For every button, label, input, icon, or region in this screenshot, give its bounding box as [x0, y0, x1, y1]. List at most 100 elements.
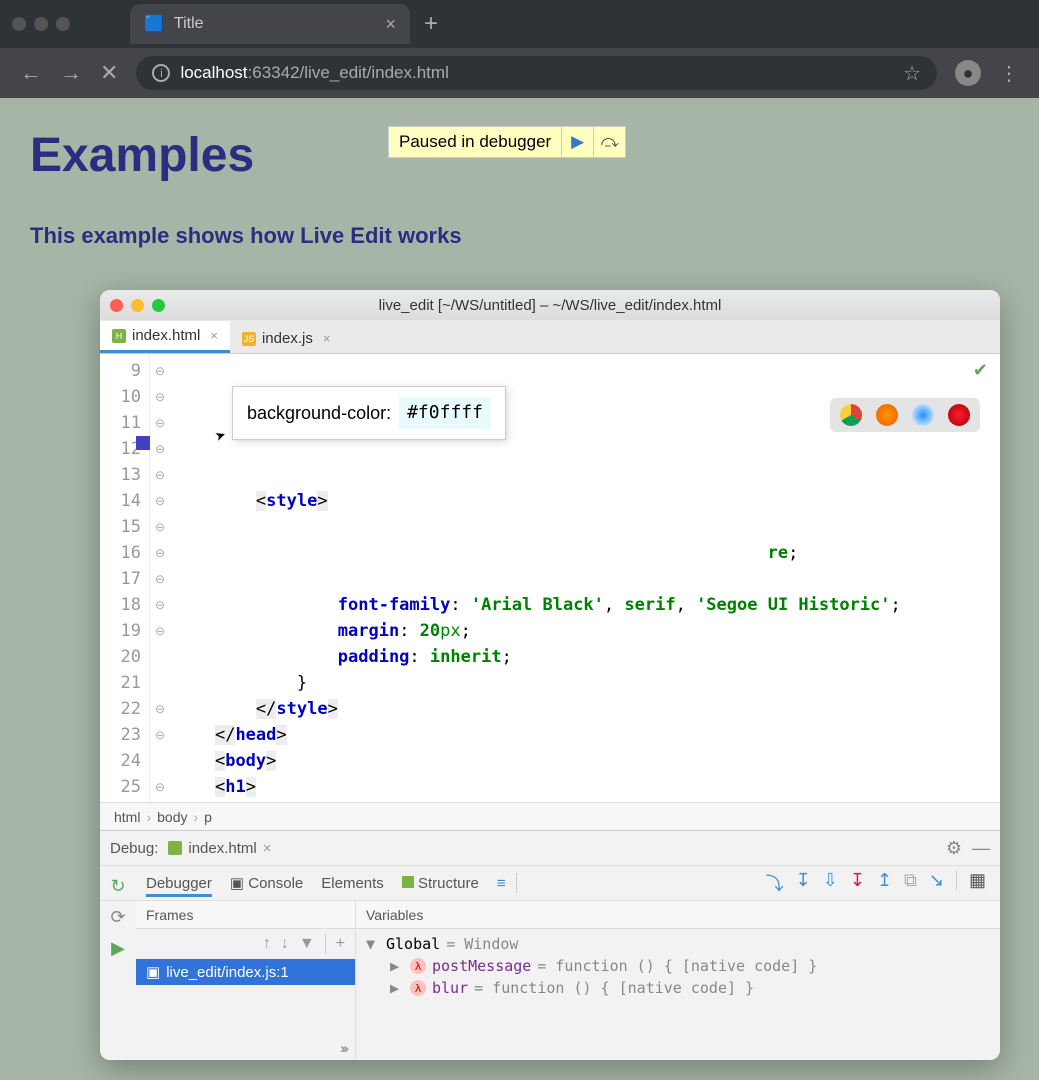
run-to-cursor-icon[interactable]: ↥	[877, 870, 892, 896]
code-line[interactable]: <body>	[174, 748, 1000, 774]
ide-close-button[interactable]	[110, 299, 123, 312]
chevron-right-icon[interactable]: ▶	[390, 979, 404, 997]
debug-run-config-tab[interactable]: index.html ×	[168, 840, 271, 857]
fold-marker-icon[interactable]	[150, 748, 170, 774]
breadcrumb-item[interactable]: html	[114, 809, 140, 825]
fold-marker-icon[interactable]: ⊖	[150, 592, 170, 618]
next-frame-icon[interactable]: ↓	[281, 935, 289, 953]
fold-marker-icon[interactable]: ⊖	[150, 488, 170, 514]
step-over-icon[interactable]: ⤵	[766, 870, 784, 896]
stop-button[interactable]: ✕	[100, 60, 118, 86]
close-tab-icon[interactable]: ×	[323, 331, 331, 346]
elements-tab[interactable]: Elements	[321, 875, 384, 892]
breadcrumb-item[interactable]: p	[204, 809, 212, 825]
browser-tab[interactable]: 🟦 Title ×	[130, 4, 410, 44]
chrome-icon[interactable]	[840, 404, 862, 426]
chevron-down-icon[interactable]: ▼	[366, 935, 380, 953]
fold-marker-icon[interactable]: ⊖	[150, 410, 170, 436]
firefox-icon[interactable]	[876, 404, 898, 426]
breadcrumb-item[interactable]: body	[157, 809, 187, 825]
stack-frame[interactable]: ▣ live_edit/index.js:1	[136, 959, 355, 985]
code-line[interactable]: padding: inherit;	[174, 644, 1000, 670]
code-line[interactable]: </style>	[174, 696, 1000, 722]
var-row-global[interactable]: ▼ Global = Window	[366, 933, 990, 955]
window-close-button[interactable]	[12, 17, 26, 31]
code-line[interactable]: re;	[174, 540, 1000, 566]
fold-marker-icon[interactable]: ⊖	[150, 436, 170, 462]
site-info-icon[interactable]: i	[152, 64, 170, 82]
code-line[interactable]: font-family: 'Arial Black', serif, 'Sego…	[174, 592, 1000, 618]
more-icon[interactable]: »	[340, 1040, 348, 1056]
drop-frame-icon[interactable]: ↘	[929, 870, 944, 896]
force-step-into-icon[interactable]: ⇩	[823, 870, 838, 896]
step-over-button[interactable]: ⤼	[593, 127, 625, 157]
window-minimize-button[interactable]	[34, 17, 48, 31]
editor-tab-index-js[interactable]: JS index.js ×	[230, 324, 342, 353]
url-input[interactable]: i localhost:63342/live_edit/index.html ☆	[136, 56, 937, 90]
fold-marker-icon[interactable]: ⊖	[150, 462, 170, 488]
code-line[interactable]: <h1>	[174, 774, 1000, 800]
threads-icon[interactable]: ≡	[497, 875, 506, 892]
code-line[interactable]: <style>	[174, 488, 1000, 514]
code-line[interactable]	[174, 566, 1000, 592]
var-row-blur[interactable]: ▶ λ blur = function () { [native code] }	[366, 977, 990, 999]
frames-panel: Frames ↑ ↓ ▼ + ▣ live_edit/index.js:1 »	[136, 901, 356, 1060]
fold-marker-icon[interactable]: ⊖	[150, 774, 170, 800]
safari-icon[interactable]	[912, 404, 934, 426]
refresh-icon[interactable]: ⟳	[110, 907, 125, 928]
code-line[interactable]: Examples	[174, 800, 1000, 802]
code-line[interactable]: }	[174, 670, 1000, 696]
code-line[interactable]: </head>	[174, 722, 1000, 748]
fold-marker-icon[interactable]: ⊖	[150, 696, 170, 722]
editor-tabs: H index.html × JS index.js ×	[100, 320, 1000, 354]
fold-marker-icon[interactable]: ⊖	[150, 618, 170, 644]
fold-marker-icon[interactable]: ⊖	[150, 722, 170, 748]
fold-marker-icon[interactable]: ⊖	[150, 566, 170, 592]
code-line[interactable]: margin: 20px;	[174, 618, 1000, 644]
structure-tab[interactable]: Structure	[402, 875, 479, 892]
fold-marker-icon[interactable]: ⊖	[150, 540, 170, 566]
ide-maximize-button[interactable]	[152, 299, 165, 312]
color-swatch-icon[interactable]	[136, 436, 150, 450]
debugger-tab[interactable]: Debugger	[146, 875, 212, 892]
var-row-postmessage[interactable]: ▶ λ postMessage = function () { [native …	[366, 955, 990, 977]
rerun-button[interactable]: ↻	[110, 876, 125, 897]
menu-button[interactable]: ⋮	[999, 61, 1019, 86]
no-problems-icon[interactable]: ✔	[973, 360, 988, 381]
step-out-icon[interactable]: ↧	[850, 870, 865, 896]
prev-frame-icon[interactable]: ↑	[263, 935, 271, 953]
step-into-icon[interactable]: ↧	[796, 870, 811, 896]
ide-minimize-button[interactable]	[131, 299, 144, 312]
close-icon[interactable]: ×	[263, 840, 272, 857]
bookmark-icon[interactable]: ☆	[903, 61, 921, 86]
console-tab[interactable]: ▣ Console	[230, 874, 303, 892]
fold-marker-icon[interactable]	[150, 670, 170, 696]
chevron-right-icon[interactable]: ▶	[390, 957, 404, 975]
variables-tree[interactable]: ▼ Global = Window ▶ λ postMessage = func…	[356, 929, 1000, 1003]
forward-button[interactable]: →	[60, 60, 82, 86]
fold-marker-icon[interactable]: ⊖	[150, 514, 170, 540]
evaluate-icon[interactable]: ⧉	[904, 870, 917, 896]
filter-icon[interactable]: ▼	[299, 935, 315, 953]
fold-marker-icon[interactable]: ⊖	[150, 358, 170, 384]
close-tab-icon[interactable]: ×	[210, 328, 218, 343]
gear-icon[interactable]: ⚙	[946, 838, 962, 859]
window-maximize-button[interactable]	[56, 17, 70, 31]
profile-button[interactable]: ●	[955, 60, 981, 86]
ide-window-controls	[110, 299, 165, 312]
add-icon[interactable]: +	[336, 935, 345, 953]
code-line[interactable]	[174, 514, 1000, 540]
editor-tab-index-html[interactable]: H index.html ×	[100, 321, 230, 353]
calculator-icon[interactable]: ▦	[969, 870, 986, 896]
fold-marker-icon[interactable]: ⊖	[150, 384, 170, 410]
fold-marker-icon[interactable]	[150, 644, 170, 670]
resume-button[interactable]: ▶	[561, 127, 593, 157]
opera-icon[interactable]	[948, 404, 970, 426]
new-tab-button[interactable]: +	[424, 10, 438, 38]
resume-icon[interactable]: ▶	[111, 938, 125, 959]
editor-area[interactable]: 910111213141516171819202122232425 ⊖⊖⊖⊖⊖⊖…	[100, 354, 1000, 802]
ide-titlebar[interactable]: live_edit [~/WS/untitled] – ~/WS/live_ed…	[100, 290, 1000, 320]
back-button[interactable]: ←	[20, 60, 42, 86]
close-tab-button[interactable]: ×	[385, 14, 396, 35]
minimize-icon[interactable]: —	[972, 838, 990, 859]
